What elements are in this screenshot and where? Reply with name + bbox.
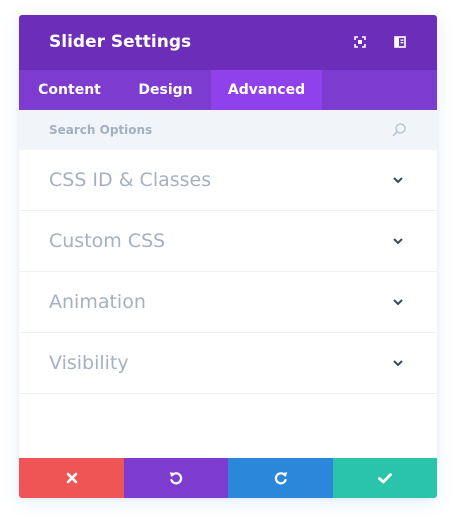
discard-button[interactable] bbox=[19, 458, 124, 498]
modal-header: Slider Settings bbox=[19, 15, 437, 70]
tab-design[interactable]: Design bbox=[120, 70, 211, 110]
toggle-label: Animation bbox=[49, 291, 146, 313]
chevron-down-icon bbox=[393, 177, 403, 184]
search-input[interactable] bbox=[49, 120, 379, 140]
tab-bar: Content Design Advanced bbox=[19, 70, 437, 110]
save-button[interactable] bbox=[333, 458, 437, 498]
toggle-label: Visibility bbox=[49, 352, 129, 374]
tab-content[interactable]: Content bbox=[19, 70, 120, 110]
check-icon bbox=[378, 473, 392, 484]
search-icon[interactable] bbox=[391, 122, 407, 138]
slider-settings-modal: Slider Settings Content Design Advanced bbox=[19, 15, 437, 498]
chevron-down-icon bbox=[393, 360, 403, 367]
fullscreen-icon[interactable] bbox=[352, 34, 368, 50]
redo-button[interactable] bbox=[228, 458, 333, 498]
chevron-down-icon bbox=[393, 299, 403, 306]
toggle-label: CSS ID & Classes bbox=[49, 169, 212, 191]
undo-icon bbox=[169, 472, 183, 485]
sidebar-icon[interactable] bbox=[392, 34, 408, 50]
toggle-animation[interactable]: Animation bbox=[19, 272, 437, 333]
undo-button[interactable] bbox=[124, 458, 228, 498]
toggle-custom-css[interactable]: Custom CSS bbox=[19, 211, 437, 272]
toggle-label: Custom CSS bbox=[49, 230, 166, 252]
chevron-down-icon bbox=[393, 238, 403, 245]
toggle-visibility[interactable]: Visibility bbox=[19, 333, 437, 394]
redo-icon bbox=[274, 472, 287, 485]
tab-advanced[interactable]: Advanced bbox=[211, 70, 322, 110]
search-bar bbox=[19, 110, 437, 150]
close-icon bbox=[66, 472, 77, 484]
action-bar bbox=[19, 458, 437, 498]
modal-title: Slider Settings bbox=[49, 32, 192, 52]
toggle-css-id-classes[interactable]: CSS ID & Classes bbox=[19, 150, 437, 211]
